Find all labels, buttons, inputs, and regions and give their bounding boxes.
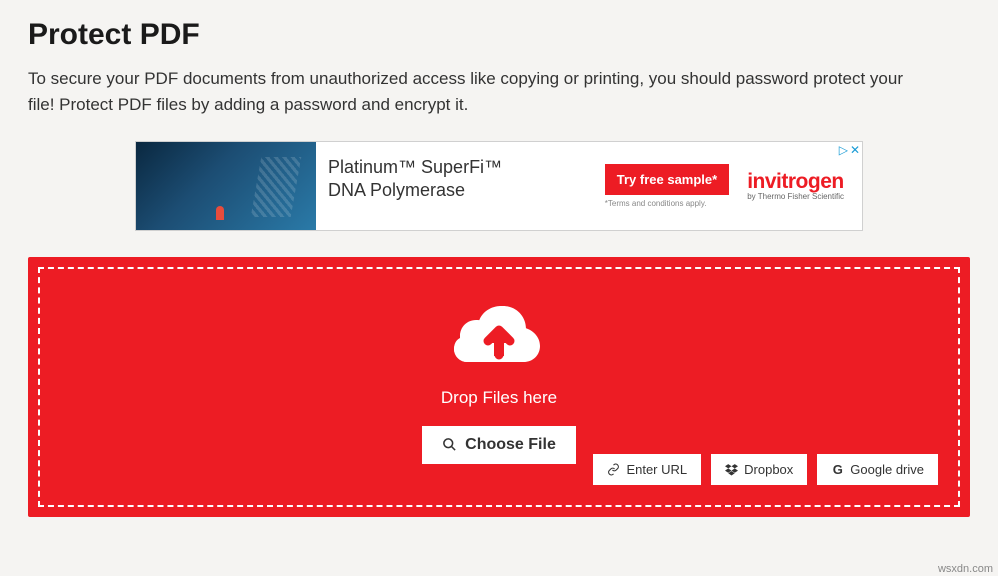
ad-text: Platinum™ SuperFi™ DNA Polymerase [316,142,605,230]
upload-dropzone[interactable]: Drop Files here Choose File Enter URL [38,267,960,507]
dropbox-label: Dropbox [744,462,793,477]
drop-files-label: Drop Files here [441,388,557,408]
ad-cta-button[interactable]: Try free sample* [605,164,729,195]
enter-url-button[interactable]: Enter URL [593,454,701,485]
enter-url-label: Enter URL [626,462,687,477]
ad-brand-sub: by Thermo Fisher Scientific [747,192,844,201]
ad-brand: invitrogen by Thermo Fisher Scientific [747,170,844,201]
dropbox-icon [725,463,738,476]
search-icon [442,437,457,452]
page-description: To secure your PDF documents from unauth… [28,66,908,119]
ad-close-icon[interactable]: ✕ [850,144,860,156]
ad-image [136,142,316,230]
cloud-upload-icon [454,299,544,374]
google-drive-button[interactable]: G Google drive [817,454,938,485]
ad-banner[interactable]: Platinum™ SuperFi™ DNA Polymerase Try fr… [135,141,863,231]
dropbox-button[interactable]: Dropbox [711,454,807,485]
page-title: Protect PDF [28,18,970,52]
ad-headline-line2: DNA Polymerase [328,180,465,200]
ad-headline-line1: Platinum™ SuperFi™ [328,157,502,177]
link-icon [607,463,620,476]
adchoices-icon[interactable]: ▷ [839,144,848,156]
choose-file-button[interactable]: Choose File [422,426,576,464]
ad-brand-name: invitrogen [747,170,844,194]
choose-file-label: Choose File [465,436,556,454]
ad-terms: *Terms and conditions apply. [605,199,707,208]
google-icon: G [831,463,844,476]
google-drive-label: Google drive [850,462,924,477]
watermark: wsxdn.com [935,562,996,576]
upload-zone[interactable]: Drop Files here Choose File Enter URL [28,257,970,517]
